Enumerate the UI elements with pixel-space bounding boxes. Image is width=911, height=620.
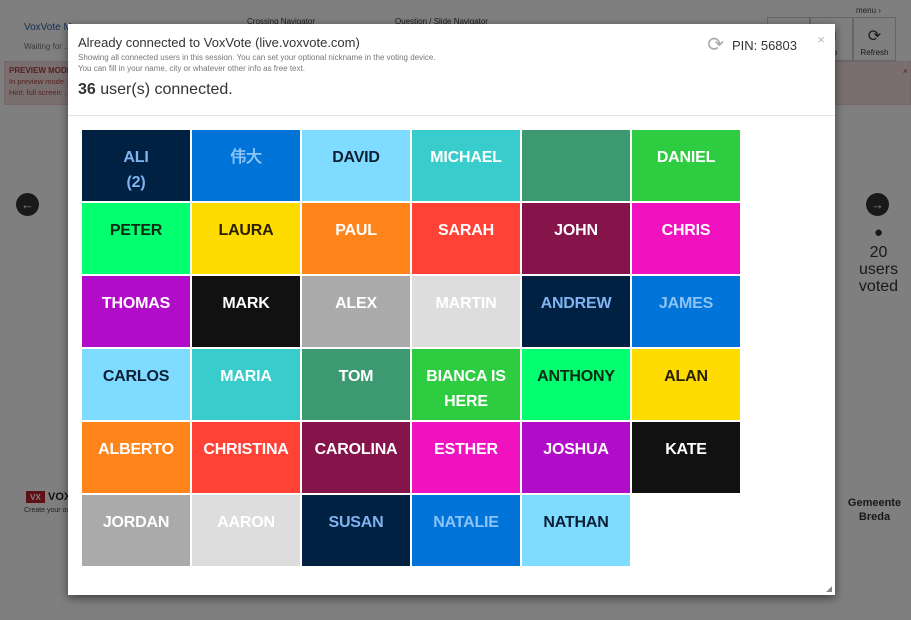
user-name: CAROLINA bbox=[314, 441, 398, 458]
user-tile: DANIEL bbox=[632, 130, 740, 201]
user-tile: NATHAN bbox=[522, 495, 630, 566]
user-name: JOHN bbox=[554, 222, 598, 239]
user-name: PAUL bbox=[335, 222, 377, 239]
count-number: 36 bbox=[78, 81, 96, 98]
user-tile: MARK bbox=[192, 276, 300, 347]
user-name: JORDAN bbox=[102, 514, 170, 531]
modal-header: Already connected to VoxVote (live.voxvo… bbox=[68, 24, 835, 116]
user-tile: CHRISTINA bbox=[192, 422, 300, 493]
user-name: DANIEL bbox=[656, 149, 716, 166]
user-tile: MARTIN bbox=[412, 276, 520, 347]
user-name: LAURA bbox=[218, 222, 274, 239]
user-name: ALEX bbox=[335, 295, 377, 312]
user-tile: JOSHUA bbox=[522, 422, 630, 493]
user-name: NATHAN bbox=[543, 514, 609, 531]
user-name: JAMES bbox=[658, 295, 714, 312]
user-tile: AARON bbox=[192, 495, 300, 566]
user-tile: PETER bbox=[82, 203, 190, 274]
resize-grip-icon[interactable] bbox=[826, 586, 832, 592]
user-name: ANTHONY bbox=[537, 368, 615, 385]
user-tile: CAROLINA bbox=[302, 422, 410, 493]
user-tile: ANTHONY bbox=[522, 349, 630, 420]
user-tile: TOM bbox=[302, 349, 410, 420]
user-tile: BIANCA IS HERE bbox=[412, 349, 520, 420]
user-tile: CHRIS bbox=[632, 203, 740, 274]
user-name: MARTIN bbox=[435, 295, 497, 312]
user-tile: JORDAN bbox=[82, 495, 190, 566]
user-tile: ALAN bbox=[632, 349, 740, 420]
user-tile: THOMAS bbox=[82, 276, 190, 347]
user-tile: SARAH bbox=[412, 203, 520, 274]
user-tile: MARIA bbox=[192, 349, 300, 420]
user-name: JOSHUA bbox=[543, 441, 609, 458]
user-tile: DAVID bbox=[302, 130, 410, 201]
user-grid: ALI (2) 伟大 DAVID MICHAEL DANIEL PETER LAURA PAU… bbox=[82, 130, 835, 566]
user-name: MARIA bbox=[220, 368, 272, 385]
user-tile: ALI (2) bbox=[82, 130, 190, 201]
user-tile: JOHN bbox=[522, 203, 630, 274]
user-name: PETER bbox=[109, 222, 163, 239]
user-name: MARK bbox=[222, 295, 270, 312]
user-name: CHRIS bbox=[661, 222, 711, 239]
user-tile: CARLOS bbox=[82, 349, 190, 420]
modal-body: ALI (2) 伟大 DAVID MICHAEL DANIEL PETER LAURA PAU… bbox=[68, 116, 835, 566]
user-name: DAVID bbox=[332, 149, 380, 166]
user-name: TOM bbox=[338, 368, 374, 385]
sync-icon[interactable]: ⟳ bbox=[707, 35, 724, 55]
user-tile: NATALIE bbox=[412, 495, 520, 566]
user-name: BIANCA IS HERE bbox=[426, 368, 506, 410]
user-name: NATALIE bbox=[433, 514, 499, 531]
user-tile: LAURA bbox=[192, 203, 300, 274]
user-tile: JAMES bbox=[632, 276, 740, 347]
count-suffix: user(s) connected. bbox=[95, 81, 233, 98]
close-icon[interactable]: × bbox=[817, 32, 825, 47]
user-tile: ALEX bbox=[302, 276, 410, 347]
user-name: ESTHER bbox=[434, 441, 498, 458]
user-tile: KATE bbox=[632, 422, 740, 493]
pin-label: PIN: 56803 bbox=[731, 37, 797, 53]
user-tile: PAUL bbox=[302, 203, 410, 274]
connected-count: 36 user(s) connected. bbox=[78, 81, 825, 99]
user-tile bbox=[522, 130, 630, 201]
user-name: AARON bbox=[217, 514, 275, 531]
user-tile: ALBERTO bbox=[82, 422, 190, 493]
modal-desc-line2: You can fill in your name, city or whate… bbox=[78, 64, 305, 73]
user-tile: 伟大 bbox=[192, 130, 300, 201]
user-tile: ESTHER bbox=[412, 422, 520, 493]
user-name: THOMAS bbox=[101, 295, 171, 312]
user-name: ALI (2) bbox=[123, 149, 149, 191]
user-name: SARAH bbox=[438, 222, 494, 239]
pin-display: ⟳ PIN: 56803 bbox=[707, 35, 797, 55]
user-tile: MICHAEL bbox=[412, 130, 520, 201]
connected-users-modal: Already connected to VoxVote (live.voxvo… bbox=[68, 24, 835, 595]
user-name: CARLOS bbox=[102, 368, 170, 385]
user-name: ALAN bbox=[664, 368, 708, 385]
user-name: SUSAN bbox=[328, 514, 384, 531]
user-tile: SUSAN bbox=[302, 495, 410, 566]
user-name: ALBERTO bbox=[98, 441, 174, 458]
user-tile: ANDREW bbox=[522, 276, 630, 347]
user-name: 伟大 bbox=[230, 149, 262, 166]
user-name: MICHAEL bbox=[430, 149, 502, 166]
user-name: KATE bbox=[665, 441, 707, 458]
user-name: CHRISTINA bbox=[203, 441, 289, 458]
user-name: ANDREW bbox=[540, 295, 612, 312]
